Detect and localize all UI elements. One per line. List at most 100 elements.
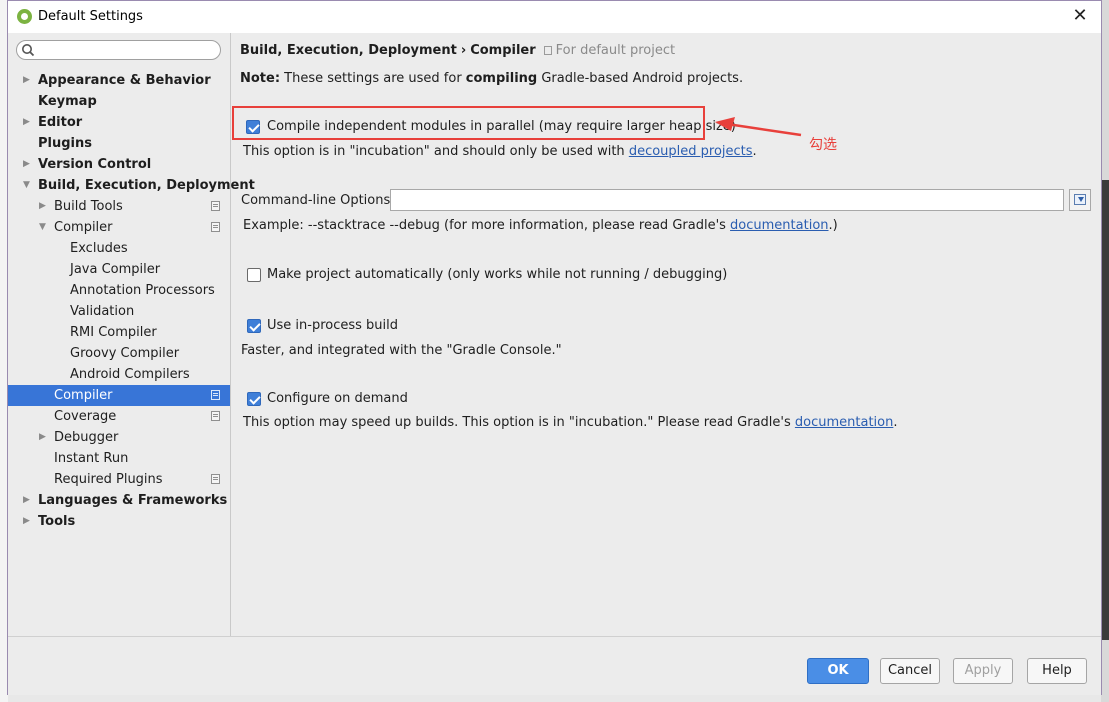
sidebar-item-excludes[interactable]: Excludes (8, 238, 230, 259)
expand-arrow-icon[interactable]: ▶ (39, 196, 49, 217)
sidebar-item-keymap[interactable]: Keymap (8, 91, 230, 112)
expand-arrow-icon[interactable]: ▶ (23, 70, 33, 91)
sidebar-item-version-control[interactable]: ▶ Version Control (8, 154, 230, 175)
settings-content: Build, Execution, Deployment › Compiler For… (231, 33, 1101, 636)
project-icon (543, 46, 552, 55)
sidebar-item-java-compiler[interactable]: Java Compiler (8, 259, 230, 280)
project-settings-icon (211, 390, 220, 400)
in-process-checkbox[interactable] (247, 319, 261, 333)
android-studio-icon (17, 9, 32, 24)
sidebar-item-label: Excludes (70, 241, 128, 256)
breadcrumb: Build, Execution, Deployment › Compiler For… (240, 43, 675, 58)
parallel-help-text: This option is in "incubation" and shoul… (243, 144, 629, 159)
example-suffix: .) (828, 218, 838, 233)
sidebar-item-groovy-compiler[interactable]: Groovy Compiler (8, 343, 230, 364)
sidebar-item-annotation-processors[interactable]: Annotation Processors (8, 280, 230, 301)
sidebar-item-required-plugins[interactable]: Required Plugins (8, 469, 230, 490)
documentation-link-2[interactable]: documentation (795, 415, 893, 430)
breadcrumb-separator: › (460, 43, 467, 58)
expand-arrow-icon[interactable]: ▶ (39, 427, 49, 448)
search-icon (22, 44, 35, 57)
sidebar-item-label: Editor (38, 115, 83, 130)
sidebar-item-instant-run[interactable]: Instant Run (8, 448, 230, 469)
project-settings-icon (211, 201, 220, 211)
on-demand-help-text: This option may speed up builds. This op… (243, 415, 795, 430)
sidebar-item-languages-frameworks[interactable]: ▶ Languages & Frameworks (8, 490, 230, 511)
breadcrumb-section: Build, Execution, Deployment (240, 43, 457, 58)
sidebar-item-compiler[interactable]: ▼ Compiler (8, 217, 230, 238)
expand-arrow-icon[interactable]: ▶ (23, 490, 33, 511)
breadcrumb-page: Compiler (470, 43, 536, 58)
sidebar-item-label: Compiler (54, 220, 113, 235)
sidebar-item-label: Languages & Frameworks (38, 493, 228, 508)
sidebar-item-label: Compiler (54, 388, 113, 403)
sidebar-item-label: Groovy Compiler (70, 346, 180, 361)
sidebar-item-coverage[interactable]: Coverage (8, 406, 230, 427)
background-dark-panel (1101, 180, 1109, 640)
in-process-label[interactable]: Use in-process build (267, 318, 398, 333)
sidebar-item-appearance-behavior[interactable]: ▶ Appearance & Behavior (8, 70, 230, 91)
note-label: Note: (240, 71, 281, 86)
sidebar-item-label: Build, Execution, Deployment (38, 178, 255, 193)
sidebar-item-label: Version Control (38, 157, 152, 172)
sidebar-item-android-compilers[interactable]: Android Compilers (8, 364, 230, 385)
collapse-arrow-icon[interactable]: ▼ (39, 217, 49, 238)
expand-arrow-icon[interactable]: ▶ (23, 511, 33, 532)
title-bar[interactable]: Default Settings ✕ (8, 1, 1101, 33)
parallel-help-suffix: . (752, 144, 757, 159)
expand-editor-icon[interactable] (1069, 189, 1091, 211)
in-process-help: Faster, and integrated with the "Gradle … (241, 343, 562, 358)
documentation-link[interactable]: documentation (730, 218, 828, 233)
note-bold-word: compiling (465, 71, 538, 86)
close-icon[interactable]: ✕ (1069, 5, 1091, 27)
cancel-button[interactable]: Cancel (880, 658, 940, 684)
note-text-part: Gradle-based Android projects. (537, 71, 744, 86)
collapse-arrow-icon[interactable]: ▼ (23, 175, 33, 196)
sidebar-item-label: Required Plugins (54, 472, 163, 487)
background-window-right (1101, 0, 1109, 702)
annotation-note: 勾选 (809, 137, 837, 153)
sidebar-item-build-execution-deployment[interactable]: ▼ Build, Execution, Deployment (8, 175, 255, 196)
expand-arrow-icon[interactable]: ▶ (23, 112, 33, 133)
sidebar-item-tools[interactable]: ▶ Tools (8, 511, 230, 532)
decoupled-projects-link[interactable]: decoupled projects (629, 144, 753, 159)
settings-dialog: Default Settings ✕ ▶ Appearance & Behavio… (7, 0, 1102, 695)
sidebar-item-plugins[interactable]: Plugins (8, 133, 230, 154)
window-title: Default Settings (38, 9, 143, 24)
parallel-help: This option is in "incubation" and shoul… (243, 144, 757, 159)
note-text: Note: These settings are used for compil… (240, 71, 743, 86)
example-text: Example: --stacktrace --debug (for more … (243, 218, 731, 233)
sidebar-item-label: Appearance & Behavior (38, 73, 211, 88)
sidebar-item-validation[interactable]: Validation (8, 301, 230, 322)
search-input[interactable] (16, 40, 221, 60)
on-demand-help: This option may speed up builds. This op… (243, 415, 898, 430)
command-line-input[interactable] (390, 189, 1064, 211)
sidebar-item-compiler[interactable]: Compiler (8, 385, 230, 406)
project-scope-note: For default project (555, 43, 676, 58)
sidebar-item-build-tools[interactable]: ▶ Build Tools (8, 196, 230, 217)
on-demand-label[interactable]: Configure on demand (267, 391, 408, 406)
dialog-footer: OK Cancel Apply Help (8, 636, 1101, 695)
project-settings-icon (211, 222, 220, 232)
ok-button[interactable]: OK (807, 658, 869, 684)
settings-sidebar: ▶ Appearance & Behavior Keymap ▶ Editor Plugi… (8, 33, 255, 636)
sidebar-item-debugger[interactable]: ▶ Debugger (8, 427, 230, 448)
expand-arrow-icon[interactable]: ▶ (23, 154, 33, 175)
sidebar-item-label: Tools (38, 514, 76, 529)
note-text-part: These settings are used for (280, 71, 466, 86)
parallel-checkbox[interactable] (246, 120, 260, 134)
sidebar-item-label: RMI Compiler (70, 325, 157, 340)
annotation-arrow-icon (715, 117, 802, 137)
sidebar-item-label: Instant Run (54, 451, 129, 466)
make-auto-checkbox[interactable] (247, 268, 261, 282)
parallel-label[interactable]: Compile independent modules in parallel … (267, 119, 736, 134)
settings-tree: ▶ Appearance & Behavior Keymap ▶ Editor Plugi… (8, 70, 255, 532)
sidebar-item-label: Android Compilers (70, 367, 190, 382)
make-auto-label[interactable]: Make project automatically (only works w… (267, 267, 727, 282)
apply-button[interactable]: Apply (953, 658, 1013, 684)
sidebar-item-label: Keymap (38, 94, 97, 109)
help-button[interactable]: Help (1027, 658, 1087, 684)
sidebar-item-editor[interactable]: ▶ Editor (8, 112, 230, 133)
on-demand-checkbox[interactable] (247, 392, 261, 406)
sidebar-item-rmi-compiler[interactable]: RMI Compiler (8, 322, 230, 343)
